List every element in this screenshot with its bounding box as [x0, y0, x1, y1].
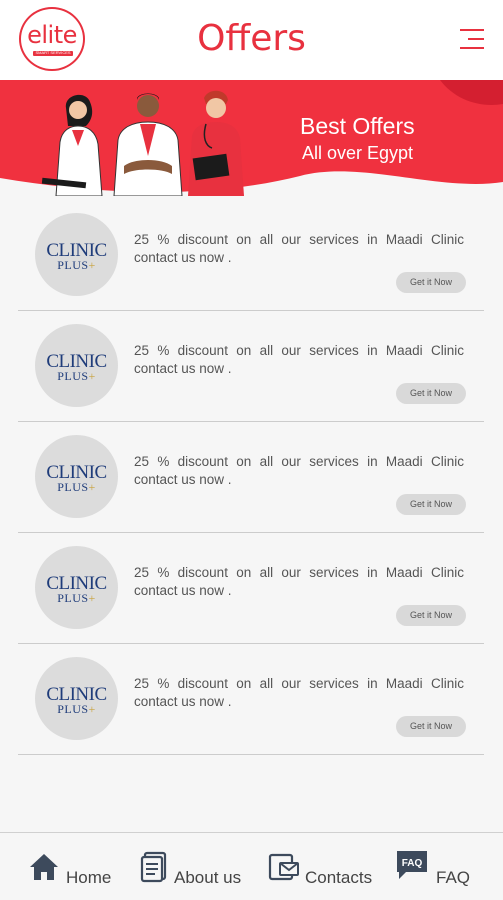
banner-subtitle: All over Egypt [302, 143, 414, 163]
logo-text-bottom: PLUS+ [35, 369, 118, 384]
logo-plus-sign: + [88, 369, 96, 383]
app-header: elite SMART SERVICES Offers [0, 0, 503, 80]
logo-text-bottom: PLUS+ [35, 480, 118, 495]
get-it-now-button[interactable]: Get it Now [396, 494, 466, 515]
logo-text-bottom: PLUS+ [35, 258, 118, 273]
clinic-plus-logo: CLINIC PLUS+ [35, 435, 118, 518]
offer-description: 25 % discount on all our services in Maa… [134, 565, 464, 598]
logo-plus-sign: + [88, 258, 96, 272]
get-it-now-button[interactable]: Get it Now [396, 605, 466, 626]
offer-description: 25 % discount on all our services in Maa… [134, 232, 464, 265]
logo-plus-sign: + [88, 480, 96, 494]
offers-screen: elite SMART SERVICES Offers Best Offers … [0, 0, 503, 900]
logo-plus-sign: + [88, 591, 96, 605]
logo-text-plus-word: PLUS [57, 258, 89, 272]
offer-card[interactable]: CLINIC PLUS+ 25 % discount on all our se… [18, 200, 484, 311]
logo-text-plus-word: PLUS [57, 480, 89, 494]
clinic-plus-logo: CLINIC PLUS+ [35, 324, 118, 407]
offer-card[interactable]: CLINIC PLUS+ 25 % discount on all our se… [18, 311, 484, 422]
doctors-illustration [41, 90, 244, 196]
menu-line [460, 29, 484, 31]
contact-icon [268, 853, 299, 881]
logo-text-plus-word: PLUS [57, 591, 89, 605]
logo-text-plus-word: PLUS [57, 702, 89, 716]
document-icon [140, 851, 167, 883]
nav-about-label: About us [174, 868, 242, 887]
offer-card[interactable]: CLINIC PLUS+ 25 % discount on all our se… [18, 422, 484, 533]
clinic-plus-logo: CLINIC PLUS+ [35, 213, 118, 296]
nav-faq-label: FAQ [436, 868, 471, 887]
nav-about[interactable]: About us [140, 833, 244, 900]
nav-contacts[interactable]: Contacts [268, 833, 374, 900]
faq-icon: FAQ [397, 851, 427, 879]
hamburger-icon[interactable] [458, 27, 484, 51]
menu-line [468, 38, 484, 40]
bottom-nav: Home About us Contacts FAQ FAQ [0, 832, 503, 900]
offer-card[interactable]: CLINIC PLUS+ 25 % discount on all our se… [18, 644, 484, 755]
clinic-plus-logo: CLINIC PLUS+ [35, 546, 118, 629]
nav-home-label: Home [66, 868, 112, 887]
nav-home[interactable]: Home [26, 833, 116, 900]
offers-banner: Best Offers All over Egypt [0, 80, 503, 200]
get-it-now-button[interactable]: Get it Now [396, 716, 466, 737]
offer-description: 25 % discount on all our services in Maa… [134, 343, 464, 376]
page-title: Offers [197, 18, 306, 59]
offer-description: 25 % discount on all our services in Maa… [134, 676, 464, 709]
banner-title: Best Offers [300, 113, 415, 139]
home-icon [30, 854, 58, 880]
logo-text-bottom: PLUS+ [35, 591, 118, 606]
get-it-now-button[interactable]: Get it Now [396, 383, 466, 404]
offers-list: CLINIC PLUS+ 25 % discount on all our se… [18, 200, 484, 755]
faq-icon-text: FAQ [402, 858, 423, 869]
logo-text-bottom: PLUS+ [35, 702, 118, 717]
nav-faq[interactable]: FAQ FAQ [394, 833, 474, 900]
nav-contacts-label: Contacts [305, 868, 373, 887]
logo-plus-sign: + [88, 702, 96, 716]
offer-card[interactable]: CLINIC PLUS+ 25 % discount on all our se… [18, 533, 484, 644]
offer-description: 25 % discount on all our services in Maa… [134, 454, 464, 487]
menu-line [460, 47, 484, 49]
clinic-plus-logo: CLINIC PLUS+ [35, 657, 118, 740]
get-it-now-button[interactable]: Get it Now [396, 272, 466, 293]
logo-text-plus-word: PLUS [57, 369, 89, 383]
